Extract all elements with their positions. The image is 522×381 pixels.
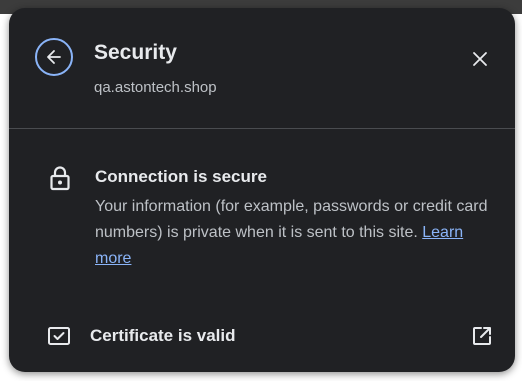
close-button[interactable] — [465, 44, 495, 74]
connection-status-heading: Connection is secure — [95, 167, 267, 186]
connection-description: Your information (for example, passwords… — [95, 194, 495, 272]
site-origin: qa.astontech.shop — [94, 79, 217, 96]
site-security-popup: Security qa.astontech.shop Connection is… — [9, 8, 515, 372]
certificate-icon — [48, 327, 70, 345]
arrow-left-icon — [47, 50, 61, 64]
close-icon — [473, 52, 487, 66]
back-button[interactable] — [35, 38, 73, 76]
certificate-row[interactable]: Certificate is valid — [9, 312, 515, 360]
certificate-label: Certificate is valid — [90, 326, 236, 345]
lock-icon — [50, 166, 70, 191]
open-in-new-icon[interactable] — [470, 324, 494, 348]
page-title: Security — [94, 41, 177, 64]
divider — [9, 128, 515, 129]
